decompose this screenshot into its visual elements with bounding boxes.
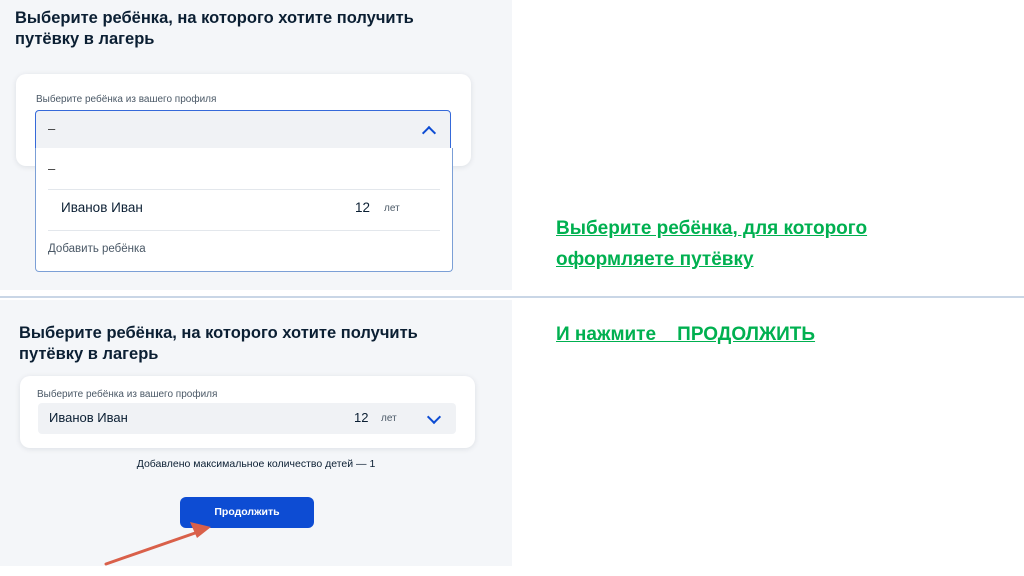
child-dropdown-list: – Иванов Иван 12 лет Добавить ребёнка	[35, 148, 453, 272]
instruction-line2: оформляете путёвку	[556, 249, 754, 270]
option-child-age-unit: лет	[384, 203, 400, 214]
section-divider	[0, 296, 1024, 298]
page-title: Выберите ребёнка, на которого хотите пол…	[15, 8, 414, 50]
chevron-up-icon[interactable]	[421, 125, 437, 141]
page-title-line1: Выберите ребёнка, на которого хотите пол…	[15, 9, 414, 27]
instruction-line3: И нажмите ПРОДОЛЖИТЬ	[556, 324, 816, 345]
dropdown-option-child[interactable]: Иванов Иван 12 лет	[48, 190, 440, 231]
child-select-open[interactable]: –	[35, 110, 451, 150]
instruction-line1: Выберите ребёнка, для которого	[556, 218, 868, 239]
option-child-name: Иванов Иван	[61, 200, 143, 215]
dropdown-option-add-child[interactable]: Добавить ребёнка	[48, 231, 440, 271]
dropdown-option-empty[interactable]: –	[48, 148, 440, 190]
page-title-line2: путёвку в лагерь	[15, 30, 155, 48]
top-screenshot-panel: Выберите ребёнка, на которого хотите пол…	[0, 0, 512, 290]
child-select-label: Выберите ребёнка из вашего профиля	[36, 94, 217, 105]
arrow-pointer	[104, 522, 211, 566]
option-child-age: 12	[355, 200, 371, 215]
child-select-value: –	[48, 121, 56, 136]
add-child-link[interactable]: Добавить ребёнка	[48, 243, 146, 255]
option-empty-label: –	[48, 161, 56, 176]
bottom-screenshot-panel: Выберите ребёнка, на которого хотите пол…	[0, 300, 512, 566]
